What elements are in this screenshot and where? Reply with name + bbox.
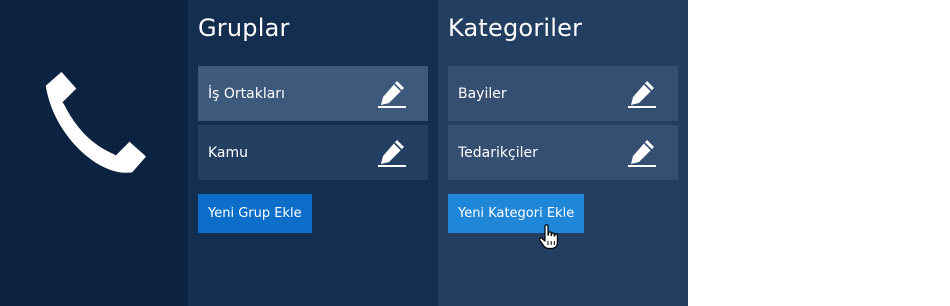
hand-cursor-icon <box>539 224 558 250</box>
edit-icon[interactable] <box>378 137 408 167</box>
edit-icon[interactable] <box>378 78 408 108</box>
category-item-label: Bayiler <box>458 85 507 102</box>
categories-panel: Kategoriler Bayiler Tedarikçiler Yeni Ka… <box>438 0 688 306</box>
phone-icon <box>45 71 147 173</box>
groups-list: İş Ortakları Kamu <box>198 66 428 184</box>
category-item-tedarikciler[interactable]: Tedarikçiler <box>448 125 678 180</box>
group-item-label: Kamu <box>208 144 249 161</box>
group-item-label: İş Ortakları <box>208 85 285 102</box>
icon-panel <box>0 0 188 306</box>
group-item-is-ortaklari[interactable]: İş Ortakları <box>198 66 428 121</box>
categories-list: Bayiler Tedarikçiler <box>448 66 678 184</box>
category-item-label: Tedarikçiler <box>458 144 538 161</box>
group-item-kamu[interactable]: Kamu <box>198 125 428 180</box>
edit-icon[interactable] <box>628 137 658 167</box>
categories-title: Kategoriler <box>448 14 583 42</box>
add-group-button[interactable]: Yeni Grup Ekle <box>198 194 312 233</box>
category-item-bayiler[interactable]: Bayiler <box>448 66 678 121</box>
groups-title: Gruplar <box>198 14 290 42</box>
groups-panel: Gruplar İş Ortakları Kamu Yeni Grup Ekle <box>188 0 438 306</box>
edit-icon[interactable] <box>628 78 658 108</box>
add-category-button[interactable]: Yeni Kategori Ekle <box>448 194 585 233</box>
